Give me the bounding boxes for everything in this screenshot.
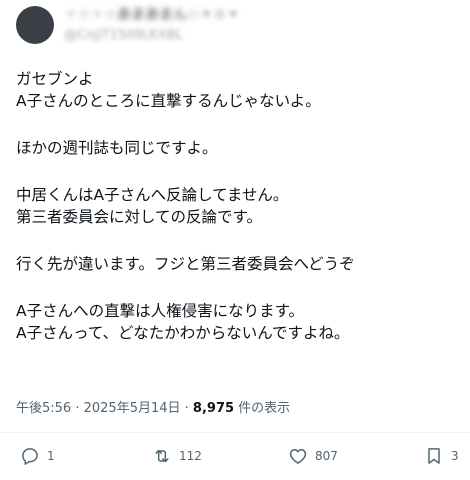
bookmark-button[interactable]: 3	[424, 444, 459, 468]
tweet-card: ・☆・☆あまあまん☆・☆・ @CnjiT15II9LKXBL ガセブンよ A子さ…	[0, 0, 470, 480]
bookmark-count: 3	[451, 449, 459, 463]
retweet-icon	[152, 446, 172, 466]
reply-icon	[20, 446, 40, 466]
tweet-line: ガセブンよ	[16, 70, 94, 88]
tweet-line: A子さんのところに直撃するんじゃないよ。	[16, 92, 321, 110]
redaction-overlay	[58, 2, 198, 46]
heart-icon	[288, 446, 308, 466]
bookmark-icon	[424, 446, 444, 466]
divider	[0, 432, 470, 433]
tweet-line: A子さんって、どなたかわからないんですよね。	[16, 324, 350, 342]
like-count: 807	[315, 449, 338, 463]
tweet-line	[16, 159, 456, 184]
tweet-text: ガセブンよ A子さんのところに直撃するんじゃないよ。 ほかの週刊誌も同じですよ。…	[16, 68, 456, 344]
tweet-line: 行く先が違います。フジと第三者委員会へどうぞ	[16, 255, 355, 273]
tweet-line: ほかの週刊誌も同じですよ。	[16, 139, 218, 157]
tweet-line	[16, 228, 456, 253]
views-label: 件の表示	[234, 401, 291, 416]
meta-separator: ·	[180, 401, 193, 416]
like-button[interactable]: 807	[288, 444, 338, 468]
post-time[interactable]: 午後5:56	[16, 401, 71, 416]
avatar[interactable]	[16, 6, 54, 44]
tweet-line: 第三者委員会に対しての反論です。	[16, 208, 262, 226]
retweet-count: 112	[179, 449, 202, 463]
tweet-line	[16, 112, 456, 137]
reply-count: 1	[47, 449, 55, 463]
tweet-line: 中居くんはA子さんへ反論してません。	[16, 186, 289, 204]
post-date[interactable]: 2025年5月14日	[84, 401, 181, 416]
views-count: 8,975	[192, 401, 235, 416]
retweet-button[interactable]: 112	[152, 444, 202, 468]
tweet-line	[16, 275, 456, 300]
reply-button[interactable]: 1	[20, 444, 55, 468]
tweet-line: A子さんへの直撃は人権侵害になります。	[16, 302, 305, 320]
meta-separator: ·	[71, 401, 84, 416]
tweet-meta: 午後5:56 · 2025年5月14日 · 8,975 件の表示	[16, 397, 290, 416]
